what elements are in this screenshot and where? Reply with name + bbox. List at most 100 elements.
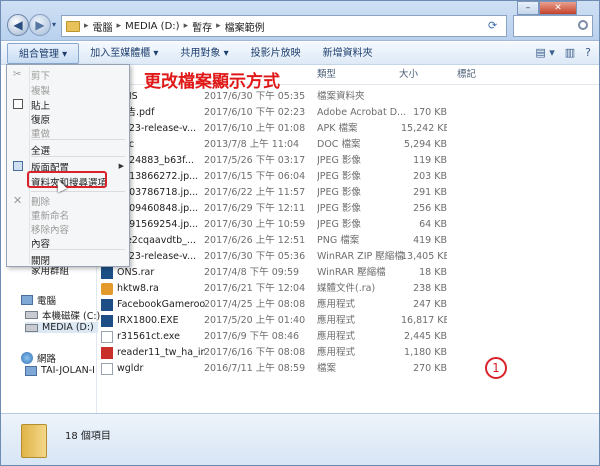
list-item[interactable]: o123-release-v... 2017/6/10 上午 01:08 APK 檔…: [101, 121, 461, 137]
list-item[interactable]: cte2cqaavdtb_... 2017/6/26 上午 12:51 PNG 檔案…: [101, 233, 461, 249]
help-icon[interactable]: ?: [585, 46, 591, 59]
address-field[interactable]: ▸ 電腦 ▸ MEDIA (D:) ▸ 暫存 ▸ 檔案範例 ⟳: [61, 15, 507, 37]
chevron-right-icon: ▸: [116, 21, 122, 31]
history-dropdown[interactable]: ▾: [52, 20, 56, 29]
sidebar-item-network[interactable]: 網路: [21, 351, 56, 365]
sidebar-item-label: 電腦: [37, 296, 57, 307]
layout-icon: [13, 161, 23, 171]
file-size: 247 KB: [413, 299, 447, 310]
menu-item-copy[interactable]: 複製: [31, 83, 50, 97]
list-item[interactable]: 8709460848.jp... 2017/6/29 下午 12:11 JPEG 影…: [101, 201, 461, 217]
slideshow-button[interactable]: 投影片放映: [240, 43, 312, 64]
file-size: 64 KB: [419, 219, 447, 230]
annotation-label: 更改檔案顯示方式: [144, 72, 280, 92]
file-date: 2017/6/30 下午 05:36: [204, 251, 306, 262]
menu-item-select-all[interactable]: 全選: [31, 143, 50, 157]
share-button[interactable]: 共用對象 ▾: [169, 43, 239, 64]
sidebar-item-drive-d[interactable]: MEDIA (D:): [25, 322, 98, 333]
file-size: 15,242 KB: [401, 123, 447, 134]
file-size: 170 KB: [413, 107, 447, 118]
file-type: 應用程式: [317, 331, 356, 342]
minimize-button[interactable]: –: [517, 1, 539, 15]
column-header-tags[interactable]: 標記: [457, 65, 476, 85]
file-date: 2017/5/20 上午 01:40: [204, 315, 306, 326]
sidebar-item-computer[interactable]: 電腦: [21, 293, 56, 307]
file-size: 5,294 KB: [404, 139, 447, 150]
organize-button[interactable]: 組合管理 ▾: [7, 42, 80, 64]
menu-item-properties[interactable]: 內容: [31, 236, 50, 250]
folder-icon: [66, 20, 80, 32]
forward-button[interactable]: ▶: [29, 14, 51, 36]
menu-item-redo[interactable]: 重做: [31, 126, 50, 140]
list-item[interactable]: o123-release-v... 2017/6/30 下午 05:36 WinRA…: [101, 249, 461, 265]
new-folder-button[interactable]: 新增資料夾: [312, 43, 384, 64]
file-type: WinRAR 壓縮檔: [317, 267, 386, 278]
computer-icon: [25, 365, 37, 376]
breadcrumb-computer[interactable]: 電腦: [93, 19, 113, 34]
file-name: FacebookGameroo...: [117, 299, 205, 310]
file-date: 2017/6/10 上午 01:08: [204, 123, 306, 134]
file-type: PNG 檔案: [317, 235, 360, 246]
file-type: JPEG 影像: [317, 171, 361, 182]
list-item[interactable]: wgldr 2016/7/11 上午 08:59 檔案 270 KB: [101, 361, 461, 377]
sidebar-item-network-pc[interactable]: TAI-JOLAN-I: [25, 365, 95, 376]
add-to-library-button[interactable]: 加入至媒體櫃 ▾: [79, 43, 169, 64]
list-item[interactable]: r31561ct.exe 2017/6/9 下午 08:46 應用程式 2,445 K…: [101, 329, 461, 345]
close-button[interactable]: ✕: [539, 1, 577, 15]
app-icon: [101, 331, 113, 343]
menu-item-remove-properties[interactable]: 移除內容: [31, 222, 69, 236]
column-header-type[interactable]: 類型: [317, 65, 336, 85]
menu-item-paste[interactable]: 貼上: [31, 98, 50, 112]
list-item[interactable]: 7513866272.jp... 2017/6/15 下午 06:04 JPEG 影…: [101, 169, 461, 185]
sidebar-item-drive-c[interactable]: 本機磁碟 (C:): [25, 308, 100, 322]
ra-icon: [101, 283, 113, 295]
file-date: 2017/6/15 下午 06:04: [204, 171, 306, 182]
menu-item-cut[interactable]: 剪下: [31, 68, 50, 82]
file-name: 7513866272.jp...: [117, 171, 199, 182]
list-item[interactable]: 8103786718.jp... 2017/6/22 上午 11:57 JPEG 影…: [101, 185, 461, 201]
refresh-icon[interactable]: ⟳: [488, 19, 502, 33]
file-size: 119 KB: [413, 155, 447, 166]
breadcrumb-drive[interactable]: MEDIA (D:): [125, 21, 180, 32]
column-header-size[interactable]: 大小: [399, 65, 418, 85]
view-options-icon[interactable]: ▤ ▾: [535, 46, 554, 59]
list-item[interactable]: IRX1800.EXE 2017/5/20 上午 01:40 應用程式 16,817 …: [101, 313, 461, 329]
menu-item-rename[interactable]: 重新命名: [31, 208, 69, 222]
chevron-right-icon: ▸: [183, 21, 189, 31]
highlight-box: [27, 171, 107, 188]
file-type: APK 檔案: [317, 123, 358, 134]
list-item[interactable]: ONS.rar 2017/4/8 下午 09:59 WinRAR 壓縮檔 18 KB: [101, 265, 461, 281]
file-name: 8824883_b63f...: [117, 155, 194, 166]
list-item[interactable]: FacebookGameroo... 2017/4/25 上午 08:08 應用程式…: [101, 297, 461, 313]
file-date: 2017/6/16 下午 08:08: [204, 347, 306, 358]
chevron-right-icon: ▸: [216, 21, 221, 31]
search-input[interactable]: [513, 15, 593, 37]
paste-icon: [13, 99, 23, 109]
breadcrumb-temp[interactable]: 暫存: [192, 19, 212, 34]
file-size: 419 KB: [413, 235, 447, 246]
menu-item-close[interactable]: 關閉: [31, 253, 50, 267]
file-type: Adobe Acrobat D...: [317, 107, 407, 118]
search-icon: [578, 20, 588, 30]
file-date: 2017/6/10 下午 02:23: [204, 107, 306, 118]
file-name: 8709460848.jp...: [117, 203, 199, 214]
organize-menu: ✂ 剪下 複製 貼上 復原 重做 全選 版面配置 ▶ 資料夾和搜尋選項 ✕ 刪除…: [6, 64, 130, 267]
list-item[interactable]: 報告.pdf 2017/6/10 下午 02:23 Adobe Acrobat D.…: [101, 105, 461, 121]
list-item[interactable]: doc2013/7/8 上午 11:04 DOC 檔案 5,294 KB: [101, 137, 461, 153]
file-name: wgldr: [117, 363, 144, 374]
list-item[interactable]: reader11_tw_ha_in...2017/6/16 下午 08:08 應用…: [101, 345, 461, 361]
file-name: o123-release-v...: [117, 251, 197, 262]
menu-item-delete[interactable]: 刪除: [31, 194, 50, 208]
back-button[interactable]: ◀: [7, 14, 29, 36]
chevron-right-icon: ▸: [84, 21, 89, 31]
list-item[interactable]: 8791569254.jp... 2017/6/30 上午 10:59 JPEG 影…: [101, 217, 461, 233]
list-item[interactable]: 8824883_b63f... 2017/5/26 下午 03:17 JPEG 影像…: [101, 153, 461, 169]
file-date: 2017/6/30 上午 10:59: [204, 219, 306, 230]
preview-pane-icon[interactable]: ▥: [565, 46, 575, 59]
file-date: 2017/6/9 下午 08:46: [204, 331, 300, 342]
breadcrumb-current[interactable]: 檔案範例: [225, 19, 265, 34]
list-item[interactable]: hktw8.ra 2017/6/21 下午 12:04 媒體文件(.ra) 238 K…: [101, 281, 461, 297]
file-name: 報告.pdf: [117, 107, 155, 118]
file-type: JPEG 影像: [317, 187, 361, 198]
menu-item-undo[interactable]: 復原: [31, 112, 50, 126]
